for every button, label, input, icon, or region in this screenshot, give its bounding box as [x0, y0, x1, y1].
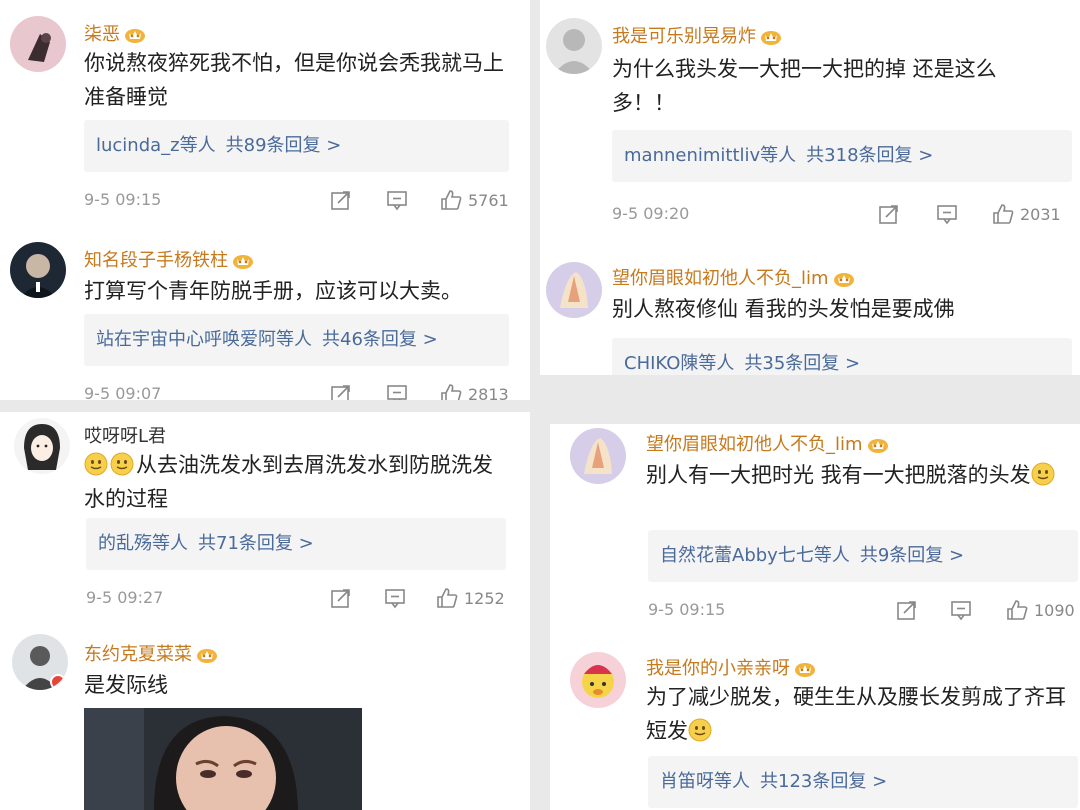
like-button[interactable]: 5761	[440, 189, 509, 211]
emoji-icon	[84, 452, 108, 476]
crown-badge-icon	[124, 27, 146, 43]
like-icon	[436, 587, 458, 609]
comment-text: 从去油洗发水到去屑洗发水到防脱洗发水的过程	[84, 452, 493, 511]
reply-count: 共123条回复 >	[760, 771, 888, 792]
comment-text: 打算写个青年防脱手册，应该可以大卖。	[84, 279, 462, 303]
share-button[interactable]	[878, 203, 900, 225]
reply-users: 肖笛呀等人	[660, 771, 750, 792]
reply-summary[interactable]: 自然花蕾Abby七七等人 共9条回复 >	[648, 530, 1078, 582]
right-comment-column-lower: 望你眉眼如初他人不负_lim 别人有一大把时光 我有一大把脱落的头发 自然花蕾A…	[550, 424, 1080, 810]
comment-icon	[386, 189, 408, 211]
reply-users: lucinda_z等人	[96, 135, 216, 156]
reply-users: mannenimittliv等人	[624, 145, 797, 166]
timestamp: 9-5 09:15	[648, 600, 726, 619]
reply-summary[interactable]: 的乱殇等人 共71条回复 >	[86, 518, 506, 570]
username[interactable]: 望你眉眼如初他人不负_lim	[646, 430, 889, 456]
timestamp: 9-5 09:27	[86, 588, 164, 607]
timestamp: 9-5 09:15	[84, 190, 162, 209]
crown-badge-icon	[760, 29, 782, 45]
crown-badge-icon	[867, 437, 889, 453]
reply-count: 共318条回复 >	[806, 145, 934, 166]
username[interactable]: 东约克夏菜菜	[84, 640, 218, 666]
avatar[interactable]	[12, 634, 68, 690]
reply-summary[interactable]: mannenimittliv等人 共318条回复 >	[612, 130, 1072, 182]
reply-count: 共71条回复 >	[198, 533, 314, 554]
comment-button[interactable]	[936, 203, 958, 225]
share-icon	[896, 599, 918, 621]
reply-users: 的乱殇等人	[98, 533, 188, 554]
screenshot-seam	[0, 400, 530, 412]
comment-text: 是发际线	[84, 673, 168, 697]
comment-button[interactable]	[384, 587, 406, 609]
timestamp: 9-5 09:20	[612, 204, 690, 223]
like-button[interactable]: 1252	[436, 587, 505, 609]
like-icon	[440, 189, 462, 211]
comment-text: 别人熬夜修仙 看我的头发怕是要成佛	[612, 297, 955, 321]
like-icon	[1006, 599, 1028, 621]
comment-text: 你说熬夜猝死我不怕，但是你说会秃我就马上准备睡觉	[84, 51, 504, 109]
share-button[interactable]	[896, 599, 918, 621]
reply-count: 共89条回复 >	[225, 135, 342, 156]
reply-users: 自然花蕾Abby七七等人	[660, 545, 850, 566]
comment-icon	[384, 587, 406, 609]
comment-text: 别人有一大把时光 我有一大把脱落的头发	[646, 458, 1066, 492]
emoji-icon	[1031, 462, 1055, 486]
like-count: 1252	[464, 588, 505, 608]
share-button[interactable]	[330, 587, 352, 609]
avatar[interactable]	[546, 262, 602, 318]
emoji-icon	[688, 718, 712, 742]
avatar[interactable]	[546, 18, 602, 74]
like-button[interactable]: 1090	[1006, 599, 1075, 621]
comment-button[interactable]	[950, 599, 972, 621]
like-icon	[992, 203, 1014, 225]
right-comment-column: 我是可乐别晃易炸 为什么我头发一大把一大把的掉 还是这么多！！ mannenim…	[540, 0, 1080, 375]
reply-users: CHIKO陳等人	[624, 353, 735, 374]
crown-badge-icon	[794, 661, 816, 677]
like-count: 5761	[468, 190, 509, 210]
reply-count: 共9条回复 >	[859, 545, 965, 566]
reply-count: 共35条回复 >	[744, 353, 861, 374]
reply-users: 站在宇宙中心呼唤爱阿等人	[96, 329, 312, 350]
comment-button[interactable]	[386, 189, 408, 211]
comment-text: 为什么我头发一大把一大把的掉 还是这么多！！	[612, 57, 997, 115]
username[interactable]: 我是你的小亲亲呀	[646, 654, 816, 680]
avatar[interactable]	[14, 418, 70, 474]
comment-icon	[936, 203, 958, 225]
share-button[interactable]	[330, 189, 352, 211]
crown-badge-icon	[196, 647, 218, 663]
share-icon	[878, 203, 900, 225]
reply-summary[interactable]: lucinda_z等人 共89条回复 >	[84, 120, 509, 172]
crown-badge-icon	[833, 271, 855, 287]
like-button[interactable]: 2031	[992, 203, 1061, 225]
crown-badge-icon	[232, 253, 254, 269]
reply-summary[interactable]: CHIKO陳等人 共35条回复 >	[612, 338, 1072, 375]
comment-icon	[950, 599, 972, 621]
like-count: 2031	[1020, 204, 1061, 224]
username[interactable]: 我是可乐别晃易炸	[612, 22, 782, 48]
username[interactable]: 望你眉眼如初他人不负_lim	[612, 264, 855, 290]
avatar[interactable]	[570, 428, 626, 484]
emoji-icon	[110, 452, 134, 476]
avatar[interactable]	[570, 652, 626, 708]
share-icon	[330, 189, 352, 211]
reply-summary[interactable]: 站在宇宙中心呼唤爱阿等人 共46条回复 >	[84, 314, 509, 366]
reply-count: 共46条回复 >	[322, 329, 438, 350]
like-count: 1090	[1034, 600, 1075, 620]
username[interactable]: 知名段子手杨铁柱	[84, 246, 254, 272]
comment-image[interactable]	[84, 708, 362, 810]
username[interactable]: 柒恶	[84, 20, 146, 46]
share-icon	[330, 587, 352, 609]
avatar[interactable]	[10, 16, 66, 72]
left-comment-column-lower: 哎呀呀L君 从去油洗发水到去屑洗发水到防脱洗发水的过程 的乱殇等人 共71条回复 …	[0, 412, 530, 810]
reply-summary[interactable]: 肖笛呀等人 共123条回复 >	[648, 756, 1078, 808]
username[interactable]: 哎呀呀L君	[84, 422, 166, 448]
comment-text: 为了减少脱发，硬生生从及腰长发剪成了齐耳短发	[646, 685, 1066, 743]
avatar[interactable]	[10, 242, 66, 298]
